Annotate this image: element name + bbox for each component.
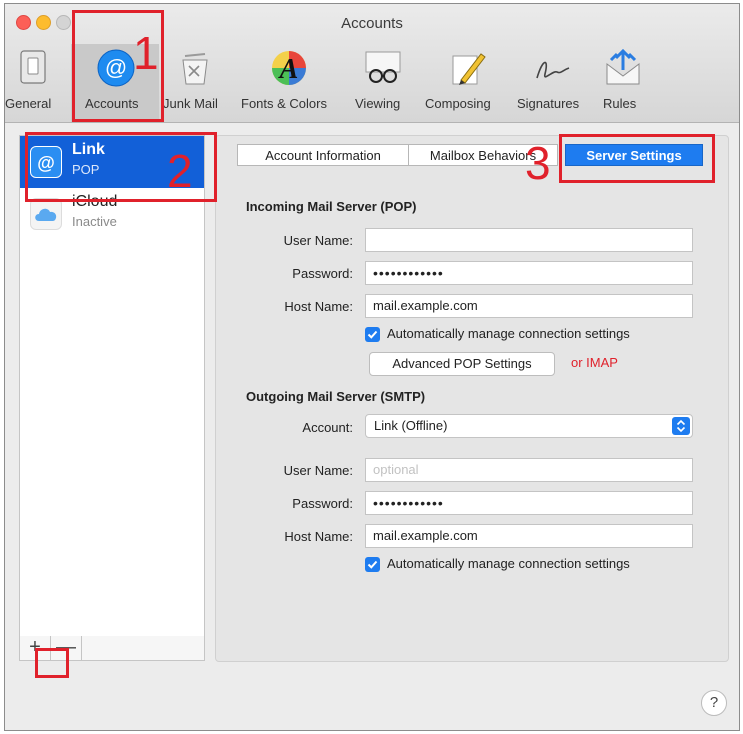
toolbar-rules[interactable]: Rules bbox=[599, 48, 651, 118]
junk-mail-icon bbox=[182, 53, 208, 85]
or-imap-annotation: or IMAP bbox=[571, 355, 618, 370]
incoming-user-field[interactable] bbox=[365, 228, 693, 252]
content-area: @ Link POP iCloud Inactive + — Account I… bbox=[5, 123, 739, 730]
toolbar-viewing-label: Viewing bbox=[355, 96, 401, 111]
annotation-box-server-settings bbox=[559, 134, 715, 183]
help-button[interactable]: ? bbox=[701, 690, 727, 716]
pencil-icon bbox=[452, 53, 486, 85]
incoming-host-label: Host Name: bbox=[284, 299, 353, 314]
toolbar-composing-label: Composing bbox=[425, 96, 491, 111]
annotation-number-1: 1 bbox=[133, 27, 159, 79]
cloud-icon bbox=[30, 198, 62, 230]
incoming-host-field[interactable]: mail.example.com bbox=[365, 294, 693, 318]
general-icon bbox=[20, 50, 46, 84]
outgoing-password-label: Password: bbox=[292, 496, 353, 511]
outgoing-auto-checkbox[interactable] bbox=[365, 557, 380, 572]
incoming-server-heading: Incoming Mail Server (POP) bbox=[246, 199, 417, 214]
outgoing-user-field[interactable]: optional bbox=[365, 458, 693, 482]
annotation-number-3: 3 bbox=[525, 137, 551, 189]
toolbar-fonts-colors-label: Fonts & Colors bbox=[241, 96, 327, 111]
toolbar-viewing[interactable]: Viewing bbox=[349, 48, 419, 118]
chevron-updown-icon bbox=[672, 417, 690, 435]
tab-account-information[interactable]: Account Information bbox=[237, 144, 409, 166]
outgoing-password-field[interactable]: •••••••••••• bbox=[365, 491, 693, 515]
outgoing-host-field[interactable]: mail.example.com bbox=[365, 524, 693, 548]
outgoing-account-select[interactable]: Link (Offline) bbox=[365, 414, 693, 438]
checkmark-icon bbox=[367, 330, 378, 339]
incoming-password-field[interactable]: •••••••••••• bbox=[365, 261, 693, 285]
list-controls-filler bbox=[82, 636, 204, 660]
glasses-icon bbox=[365, 51, 401, 83]
incoming-password-label: Password: bbox=[292, 266, 353, 281]
rules-icon bbox=[606, 48, 640, 85]
incoming-auto-checkbox[interactable] bbox=[365, 327, 380, 342]
toolbar-rules-label: Rules bbox=[603, 96, 637, 111]
signature-icon bbox=[536, 61, 570, 79]
toolbar-composing[interactable]: Composing bbox=[423, 48, 511, 118]
annotation-number-2: 2 bbox=[167, 145, 193, 197]
toolbar-signatures-label: Signatures bbox=[517, 96, 580, 111]
svg-text:A: A bbox=[278, 54, 299, 85]
toolbar-general-label: General bbox=[5, 96, 52, 111]
checkmark-icon bbox=[367, 560, 378, 569]
outgoing-account-value: Link (Offline) bbox=[374, 418, 448, 433]
accounts-list: @ Link POP iCloud Inactive bbox=[19, 135, 205, 637]
annotation-box-add bbox=[35, 648, 69, 678]
incoming-auto-label: Automatically manage connection settings bbox=[387, 326, 630, 341]
toolbar-junk-mail-label: Junk Mail bbox=[163, 96, 218, 111]
toolbar-junk-mail[interactable]: Junk Mail bbox=[163, 48, 233, 118]
outgoing-user-label: User Name: bbox=[283, 463, 353, 478]
account-status: Inactive bbox=[72, 214, 117, 229]
incoming-user-label: User Name: bbox=[283, 233, 353, 248]
preferences-window: Accounts General @ Accounts Junk Mail A … bbox=[4, 3, 740, 731]
toolbar-fonts-colors[interactable]: A Fonts & Colors bbox=[237, 48, 341, 118]
advanced-pop-settings-button[interactable]: Advanced POP Settings bbox=[369, 352, 555, 376]
outgoing-server-heading: Outgoing Mail Server (SMTP) bbox=[246, 389, 426, 404]
fonts-colors-icon: A bbox=[272, 51, 306, 85]
outgoing-host-label: Host Name: bbox=[284, 529, 353, 544]
outgoing-account-label: Account: bbox=[302, 420, 353, 435]
toolbar-general[interactable]: General bbox=[5, 48, 65, 118]
toolbar-signatures[interactable]: Signatures bbox=[513, 48, 597, 118]
outgoing-auto-label: Automatically manage connection settings bbox=[387, 556, 630, 571]
